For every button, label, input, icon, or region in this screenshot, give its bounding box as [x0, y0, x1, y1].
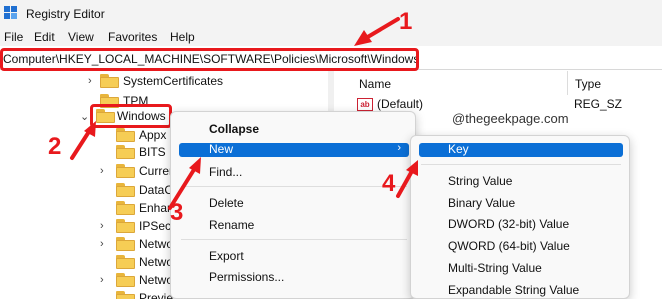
watermark: @thegeekpage.com [452, 111, 569, 126]
folder-icon [116, 273, 135, 287]
folder-icon [116, 291, 135, 299]
submenu-item-expandable-string-value[interactable]: Expandable String Value [448, 283, 579, 297]
tree-item-label: BITS [139, 145, 166, 159]
menu-item-delete[interactable]: Delete [209, 196, 244, 210]
expand-chevron-icon[interactable]: › [88, 75, 98, 87]
folder-icon [116, 183, 135, 197]
step-number-2: 2 [48, 133, 62, 160]
expand-chevron-icon[interactable]: › [100, 165, 110, 177]
menu-item-export[interactable]: Export [209, 249, 244, 263]
folder-icon [100, 74, 119, 88]
submenu-item-key-label: Key [448, 142, 469, 156]
window-title: Registry Editor [26, 7, 105, 21]
expand-chevron-icon[interactable]: › [100, 220, 110, 232]
string-value-icon: ab [357, 98, 373, 111]
menu-item-rename[interactable]: Rename [209, 218, 254, 232]
folder-icon [116, 237, 135, 251]
menu-item-find[interactable]: Find... [209, 165, 242, 179]
context-menu: Collapse New › Find... Delete Rename Exp… [170, 111, 416, 299]
registry-editor-icon [4, 6, 18, 20]
step-number-1: 1 [399, 8, 413, 35]
submenu-arrow-icon: › [397, 142, 401, 154]
title-bar: Registry Editor [0, 0, 662, 28]
submenu-item-multi-string-value[interactable]: Multi-String Value [448, 261, 542, 275]
menu-separator [421, 164, 621, 165]
address-annotation-box [0, 48, 419, 71]
step-number-3: 3 [170, 199, 184, 226]
submenu-item-key[interactable]: Key [419, 142, 623, 157]
column-header-type[interactable]: Type [575, 77, 601, 91]
tree-item-label: Netwo [139, 255, 174, 269]
menu-help[interactable]: Help [170, 30, 195, 44]
menu-view[interactable]: View [68, 30, 94, 44]
tree-item-label: Appx [139, 128, 167, 142]
menu-edit[interactable]: Edit [34, 30, 55, 44]
tree-item-label: IPSec [139, 219, 172, 233]
menu-item-new-label: New [209, 142, 234, 156]
folder-icon [116, 145, 135, 159]
submenu-item-string-value[interactable]: String Value [448, 174, 512, 188]
column-divider[interactable] [567, 71, 568, 95]
menu-separator [181, 186, 407, 187]
folder-icon [116, 128, 135, 142]
menu-favorites[interactable]: Favorites [108, 30, 157, 44]
submenu-item-qword-value[interactable]: QWORD (64-bit) Value [448, 239, 570, 253]
menu-item-permissions[interactable]: Permissions... [209, 270, 284, 284]
menu-file[interactable]: File [4, 30, 23, 44]
tree-item-label: Previe [139, 291, 174, 299]
submenu-item-binary-value[interactable]: Binary Value [448, 196, 515, 210]
folder-icon [116, 164, 135, 178]
new-submenu: Key String Value Binary Value DWORD (32-… [410, 135, 630, 299]
menu-item-new[interactable]: New › [179, 142, 409, 157]
tree-item-label: Netwo [139, 237, 174, 251]
tree-item-label: SystemCertificates [123, 74, 224, 88]
submenu-item-dword-value[interactable]: DWORD (32-bit) Value [448, 217, 569, 231]
folder-icon [116, 201, 135, 215]
expand-chevron-icon[interactable]: › [100, 238, 110, 250]
collapse-chevron-icon[interactable]: ⌄ [80, 110, 90, 123]
menu-bar: File Edit View Favorites Help [0, 28, 662, 46]
menu-item-collapse[interactable]: Collapse [209, 122, 259, 136]
folder-icon [116, 219, 135, 233]
folder-icon [116, 255, 135, 269]
menu-separator [181, 239, 407, 240]
tree-item-label: Netwo [139, 273, 174, 287]
value-type: REG_SZ [574, 97, 623, 111]
value-name[interactable]: (Default) [377, 97, 423, 111]
column-header-name[interactable]: Name [359, 77, 391, 91]
expand-chevron-icon[interactable]: › [100, 274, 110, 286]
step-number-4: 4 [382, 170, 396, 197]
windows-annotation-box [90, 104, 172, 128]
tree-item[interactable]: › SystemCertificates [88, 71, 318, 91]
